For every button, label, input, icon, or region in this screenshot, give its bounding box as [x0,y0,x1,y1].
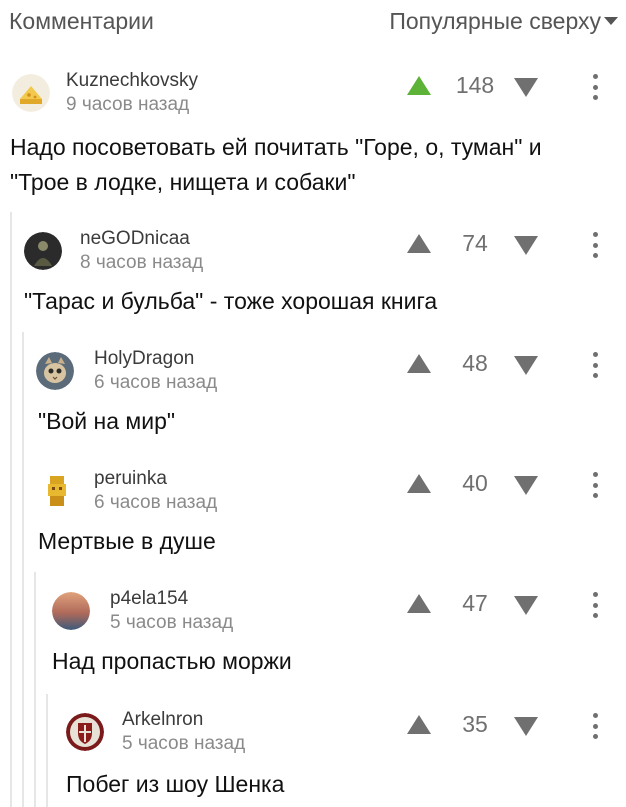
golden-idol-icon [38,472,76,510]
username[interactable]: Kuznechkovsky [66,70,198,92]
downvote-arrow-icon[interactable] [514,596,538,615]
more-options-icon[interactable] [590,232,600,258]
downvote-arrow-icon[interactable] [514,476,538,495]
comment: peruinka 6 часов назад 40 Мертвые в душе [0,466,626,576]
comment: HolyDragon 6 часов назад 48 "Вой на мир" [0,346,626,456]
upvote-arrow-icon[interactable] [407,354,431,373]
more-options-icon[interactable] [590,713,600,739]
avatar[interactable] [36,352,74,390]
rating-count: 40 [462,470,488,496]
caret-down-icon [604,16,618,25]
comment: Arkelnron 5 часов назад 35 Побег из шоу … [0,707,626,807]
rating-count: 35 [462,711,488,737]
comment-text: "Вой на мир" [38,408,176,434]
timestamp: 5 часов назад [110,612,234,633]
timestamp: 5 часов назад [122,733,246,754]
avatar[interactable] [66,713,104,751]
username[interactable]: peruinka [94,468,167,490]
comments-title: Комментарии [9,8,154,34]
comment-text: Побег из шоу Шенка [66,771,285,797]
avatar[interactable] [24,232,62,270]
downvote-arrow-icon[interactable] [514,78,538,97]
more-options-icon[interactable] [590,472,600,498]
timestamp: 8 часов назад [80,252,204,273]
comment: p4ela154 5 часов назад 47 Над пропастью … [0,586,626,696]
avatar[interactable] [38,472,76,510]
upvote-arrow-icon[interactable] [407,715,431,734]
upvote-arrow-icon[interactable] [407,474,431,493]
cat-icon [36,352,74,390]
username[interactable]: Arkelnron [122,709,203,731]
rating-count: 48 [462,350,488,376]
comment: Kuznechkovsky 9 часов назад 148 Надо пос… [0,66,626,206]
rating-count: 47 [462,590,488,616]
username[interactable]: p4ela154 [110,588,188,610]
more-options-icon[interactable] [590,74,600,100]
sort-dropdown[interactable]: Популярные сверху [389,8,618,35]
dark-figure-icon [24,232,62,270]
rating-count: 148 [455,72,495,98]
username[interactable]: HolyDragon [94,348,194,370]
username[interactable]: neGODnicaa [80,228,190,250]
comment-text: Надо посоветовать ей почитать "Горе, о, … [10,134,549,195]
shield-icon [66,713,104,751]
downvote-arrow-icon[interactable] [514,717,538,736]
comment-text: Мертвые в душе [38,528,216,554]
upvote-arrow-icon[interactable] [407,234,431,253]
timestamp: 6 часов назад [94,372,218,393]
timestamp: 6 часов назад [94,492,218,513]
downvote-arrow-icon[interactable] [514,356,538,375]
cheese-icon [12,74,50,112]
comments-header: Комментарии Популярные сверху [0,0,626,50]
downvote-arrow-icon[interactable] [514,236,538,255]
avatar[interactable] [12,74,50,112]
sort-label: Популярные сверху [389,8,601,34]
rating-count: 74 [462,230,488,256]
sunset-icon [52,592,90,630]
upvote-arrow-icon[interactable] [407,594,431,613]
more-options-icon[interactable] [590,352,600,378]
upvote-arrow-icon[interactable] [407,76,431,95]
comment: neGODnicaa 8 часов назад 74 "Тарас и бул… [0,226,626,336]
comment-text: Над пропастью моржи [52,648,292,674]
more-options-icon[interactable] [590,592,600,618]
avatar[interactable] [52,592,90,630]
comment-text: "Тарас и бульба" - тоже хорошая книга [24,288,438,314]
timestamp: 9 часов назад [66,94,190,115]
